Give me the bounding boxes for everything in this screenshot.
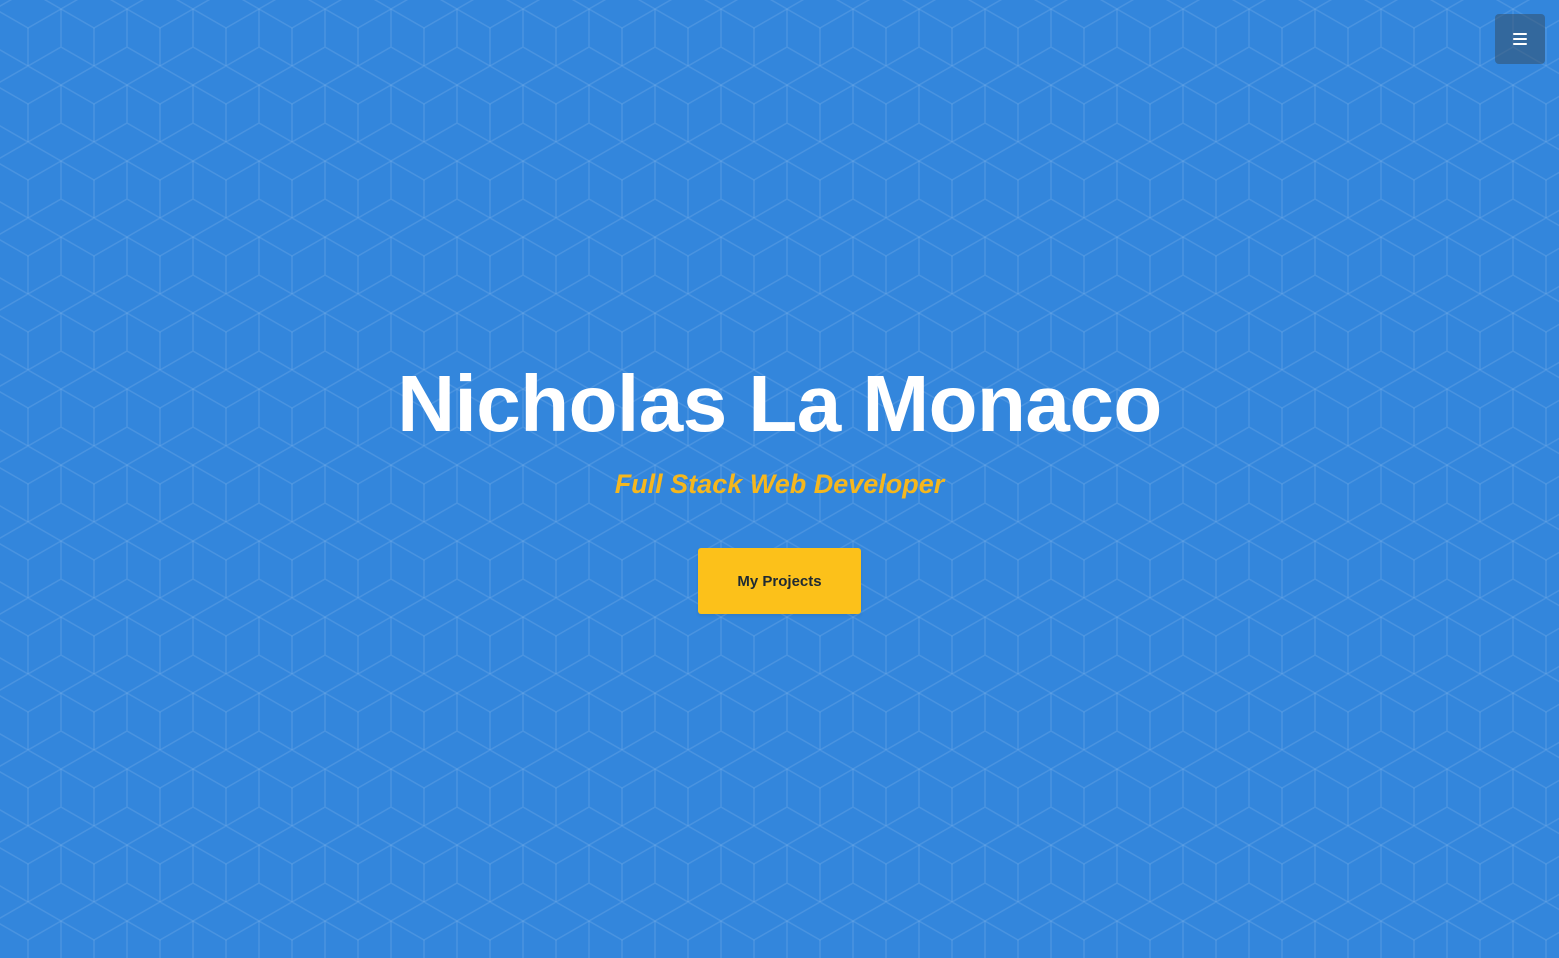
hero-tagline: Full Stack Web Developer [614, 469, 945, 499]
hamburger-menu-icon [1513, 33, 1527, 45]
hero-content: Nicholas La Monaco Full Stack Web Develo… [0, 350, 1559, 614]
menu-toggle-button[interactable] [1495, 14, 1545, 64]
hero-name: Nicholas La Monaco [397, 359, 1162, 448]
hero-section: Nicholas La Monaco Full Stack Web Develo… [0, 0, 1559, 958]
my-projects-button[interactable]: My Projects [698, 548, 861, 614]
